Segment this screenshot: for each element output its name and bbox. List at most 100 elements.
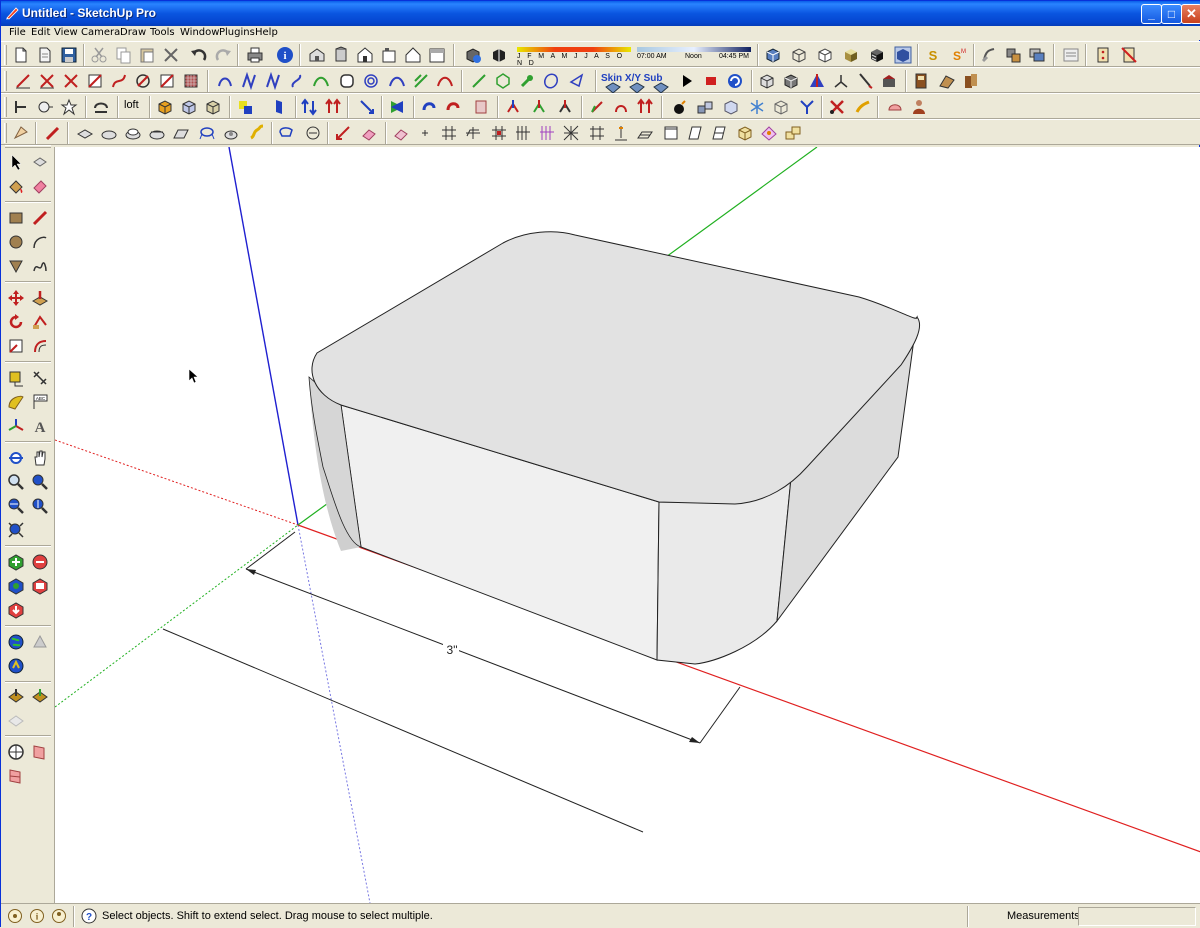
tools-icon[interactable]: [961, 71, 981, 91]
copy-icon[interactable]: [113, 45, 133, 65]
shelf-icon[interactable]: [937, 71, 957, 91]
y-icon[interactable]: [797, 97, 817, 117]
box-icon[interactable]: [781, 71, 801, 91]
menu-view[interactable]: View: [54, 27, 78, 38]
plane-icon[interactable]: [171, 123, 191, 143]
box2-icon[interactable]: [721, 97, 741, 117]
sweep-icon[interactable]: [91, 97, 111, 117]
dot-icon[interactable]: [415, 123, 435, 143]
spline-icon[interactable]: [133, 71, 153, 91]
cut-icon[interactable]: [89, 45, 109, 65]
plugin-icon[interactable]: [1119, 45, 1139, 65]
erase-icon[interactable]: [161, 45, 181, 65]
skin-icon[interactable]: [239, 71, 259, 91]
grid-f-icon[interactable]: [561, 123, 581, 143]
loft-label[interactable]: loft: [124, 99, 139, 111]
lasso-icon[interactable]: [197, 123, 217, 143]
scale-icon[interactable]: [387, 97, 407, 117]
spiral-icon[interactable]: [181, 71, 201, 91]
left-view-icon[interactable]: [427, 45, 447, 65]
polygon-icon[interactable]: [157, 71, 177, 91]
pan-icon[interactable]: [29, 447, 51, 469]
rotate-tool-icon[interactable]: [5, 311, 27, 333]
menu-camera[interactable]: Camera: [81, 27, 120, 38]
back-view-icon[interactable]: [403, 45, 423, 65]
menu-edit[interactable]: Edit: [31, 27, 50, 38]
toolbar-grip[interactable]: [4, 45, 7, 65]
person-icon[interactable]: [909, 97, 929, 117]
shadow-settings-icon[interactable]: [463, 45, 483, 65]
right-view-icon[interactable]: [379, 45, 399, 65]
curve-g-icon[interactable]: [411, 71, 431, 91]
bomb-icon[interactable]: [669, 97, 689, 117]
move-icon[interactable]: [5, 287, 27, 309]
grid-c-icon[interactable]: [489, 123, 509, 143]
shadow-month-slider[interactable]: J F M A M J J A S O N D: [517, 47, 631, 67]
monochrome-icon[interactable]: [893, 45, 913, 65]
dynamic-icon[interactable]: [1061, 45, 1081, 65]
photo-texture-icon[interactable]: [29, 575, 51, 597]
shadows-toggle-icon[interactable]: [489, 45, 509, 65]
star-icon[interactable]: [59, 97, 79, 117]
offset-icon[interactable]: [29, 335, 51, 357]
piano-icon[interactable]: [911, 71, 931, 91]
stack-icon[interactable]: [783, 123, 803, 143]
title-bar[interactable]: Untitled - SketchUp Pro _ □ ✕: [1, 1, 1200, 26]
flip-icon[interactable]: [269, 97, 289, 117]
top-view-icon[interactable]: [331, 45, 351, 65]
position-camera-icon[interactable]: [5, 741, 27, 763]
pencil2-icon[interactable]: [43, 123, 63, 143]
eraser3-icon[interactable]: [359, 123, 379, 143]
menu-file[interactable]: File: [9, 27, 26, 38]
joint-icon[interactable]: [443, 97, 463, 117]
grid-e-icon[interactable]: [537, 123, 557, 143]
curve-icon[interactable]: [109, 71, 129, 91]
shape-icon[interactable]: [471, 97, 491, 117]
section-plane-icon[interactable]: [29, 741, 51, 763]
polyline-icon[interactable]: [85, 71, 105, 91]
curve-f-icon[interactable]: [387, 71, 407, 91]
credits-icon[interactable]: i: [29, 908, 45, 924]
toolbar-grip[interactable]: [4, 97, 7, 117]
play-icon[interactable]: [677, 71, 697, 91]
get-models-icon[interactable]: [5, 599, 27, 621]
grid-g-icon[interactable]: [587, 123, 607, 143]
shell-icon[interactable]: [885, 97, 905, 117]
wire-cube-icon[interactable]: [771, 97, 791, 117]
sphere-icon[interactable]: [35, 97, 55, 117]
duck-icon[interactable]: [853, 97, 873, 117]
protractor-icon[interactable]: [5, 391, 27, 413]
arc-icon[interactable]: [61, 71, 81, 91]
arrows-a-icon[interactable]: [503, 97, 523, 117]
mirror-icon[interactable]: [323, 97, 343, 117]
menu-window[interactable]: Window: [180, 27, 219, 38]
front-view-icon[interactable]: [355, 45, 375, 65]
bezier-icon[interactable]: [37, 71, 57, 91]
ellipse-icon[interactable]: [541, 71, 561, 91]
toggle-terrain-icon[interactable]: [29, 551, 51, 573]
scissor-icon[interactable]: [827, 97, 847, 117]
tape-icon[interactable]: [879, 71, 899, 91]
toolbar-grip[interactable]: [4, 71, 7, 91]
spring-icon[interactable]: [247, 123, 267, 143]
push-pull-tool-icon[interactable]: [29, 287, 51, 309]
grid-d-icon[interactable]: [513, 123, 533, 143]
solid-icon[interactable]: [757, 71, 777, 91]
arrows-b-icon[interactable]: [529, 97, 549, 117]
section-icon[interactable]: [147, 123, 167, 143]
follow-me-icon[interactable]: [29, 311, 51, 333]
grid-a-icon[interactable]: [439, 123, 459, 143]
curve-j-icon[interactable]: [493, 71, 513, 91]
menu-help[interactable]: Help: [255, 27, 278, 38]
intersect-icon[interactable]: [99, 123, 119, 143]
open-icon[interactable]: [35, 45, 55, 65]
curve-a-icon[interactable]: [263, 71, 283, 91]
components-icon[interactable]: [1003, 45, 1023, 65]
measurements-input[interactable]: [1078, 907, 1196, 926]
frame-icon[interactable]: [685, 123, 705, 143]
arc-tool-icon[interactable]: [29, 231, 51, 253]
menu-plugins[interactable]: Plugins: [219, 27, 255, 38]
layers-icon[interactable]: [1027, 45, 1047, 65]
cone-tool-icon[interactable]: [11, 123, 31, 143]
undo-icon[interactable]: [189, 45, 209, 65]
